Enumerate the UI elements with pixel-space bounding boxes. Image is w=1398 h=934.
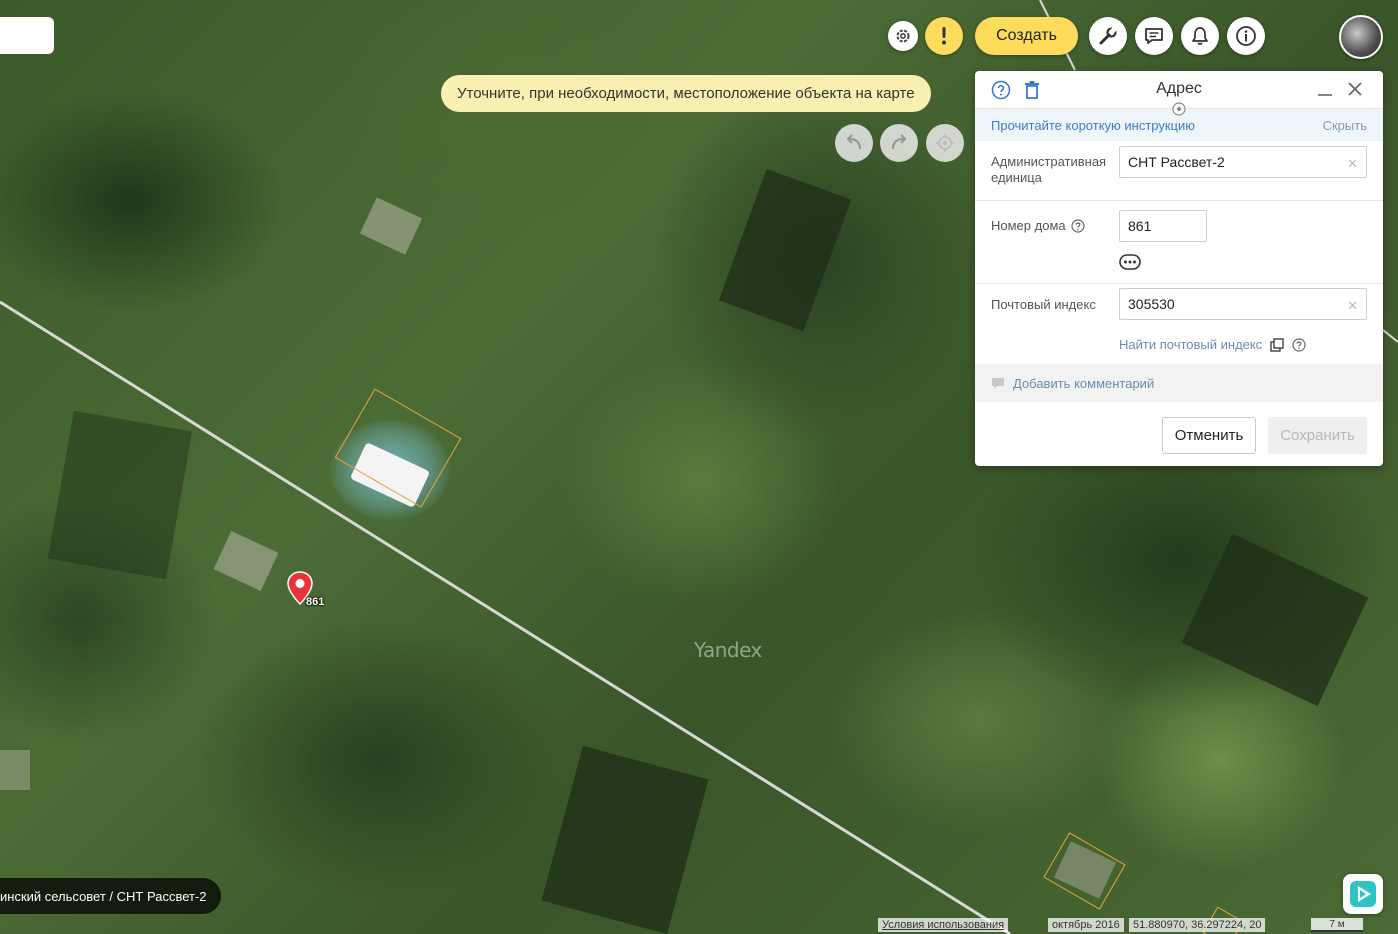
tools-button[interactable] [1089, 17, 1127, 55]
create-button[interactable]: Создать [975, 17, 1078, 55]
move-handle-icon[interactable] [1172, 102, 1186, 116]
feedback-button[interactable] [1135, 17, 1173, 55]
minimize-icon [1318, 94, 1332, 96]
panorama-button[interactable] [1343, 874, 1383, 914]
postal-code-value: 305530 [1128, 296, 1175, 312]
map-watermark: Yandex [694, 638, 762, 662]
redo-button[interactable] [880, 124, 918, 162]
coordinates-readout: 51.880970, 36.297224, 20 [1129, 918, 1266, 932]
settings-button[interactable] [888, 21, 918, 51]
house-number-value: 861 [1128, 218, 1152, 234]
external-link-icon [1270, 337, 1284, 352]
pin-label: 861 [306, 596, 325, 608]
house-number-row: Номер дома 861 [975, 201, 1383, 284]
house-number-label-wrap: Номер дома [991, 218, 1085, 234]
comment-icon [992, 377, 1004, 389]
breadcrumb[interactable]: инский сельсовет / СНТ Рассвет-2 [0, 878, 221, 914]
house-number-field[interactable]: 861 [1119, 210, 1207, 242]
panorama-play-icon [1350, 881, 1376, 907]
terms-link[interactable]: Условия использования [878, 918, 1009, 932]
postal-code-row: Почтовый индекс 305530 ✕ Найти почтовый … [975, 284, 1383, 367]
info-button[interactable] [1227, 17, 1265, 55]
imagery-date: октябрь 2016 [1048, 918, 1124, 932]
address-panel: Адрес Прочитайте короткую инструкцию Скр… [975, 71, 1383, 466]
admin-unit-label: Административная единица [991, 154, 1107, 185]
undo-button[interactable] [835, 124, 873, 162]
find-postal-code-link[interactable]: Найти почтовый индекс [1119, 337, 1262, 352]
admin-unit-row: Административная единица СНТ Рассвет-2 ✕ [975, 141, 1383, 201]
search-box[interactable] [0, 17, 54, 54]
info-icon [1236, 26, 1256, 46]
panel-header: Адрес [975, 71, 1383, 116]
wrench-icon [1099, 26, 1117, 45]
save-button[interactable]: Сохранить [1268, 417, 1367, 454]
crosshair-icon [936, 134, 954, 152]
gear-icon [896, 29, 910, 43]
close-icon [1348, 82, 1362, 96]
find-postal-code[interactable]: Найти почтовый индекс [1119, 337, 1306, 352]
house-number-label: Номер дома [991, 218, 1066, 233]
map-scale: 7 м [1311, 918, 1363, 932]
add-comment-button[interactable]: Добавить комментарий [975, 364, 1383, 402]
clear-icon[interactable]: ✕ [1347, 156, 1358, 172]
road-line [1382, 329, 1398, 343]
redo-icon [891, 134, 907, 150]
postal-code-field[interactable]: 305530 ✕ [1119, 288, 1367, 320]
clear-icon[interactable]: ✕ [1347, 298, 1358, 314]
instruction-link[interactable]: Прочитайте короткую инструкцию [991, 118, 1195, 133]
add-comment-label: Добавить комментарий [1013, 375, 1155, 391]
cancel-button[interactable]: Отменить [1162, 417, 1256, 454]
minimize-button[interactable] [1317, 81, 1333, 97]
center-button[interactable] [926, 124, 964, 162]
undo-icon [846, 134, 862, 150]
question-icon[interactable] [1071, 219, 1085, 233]
feedback-icon [1145, 28, 1163, 44]
road-line [0, 300, 1011, 934]
location-hint: Уточните, при необходимости, местоположе… [441, 75, 931, 112]
postal-code-label: Почтовый индекс [991, 297, 1096, 312]
more-options-icon[interactable] [1119, 254, 1141, 270]
alert-button[interactable] [925, 17, 963, 55]
user-avatar[interactable] [1339, 15, 1383, 59]
admin-unit-field[interactable]: СНТ Рассвет-2 ✕ [1119, 146, 1367, 178]
question-icon[interactable] [1292, 337, 1306, 352]
admin-unit-value: СНТ Рассвет-2 [1128, 154, 1225, 170]
hide-link[interactable]: Скрыть [1323, 118, 1367, 133]
notifications-button[interactable] [1181, 17, 1219, 55]
alert-icon [942, 27, 946, 45]
bell-icon [1192, 27, 1208, 45]
close-button[interactable] [1347, 81, 1363, 97]
